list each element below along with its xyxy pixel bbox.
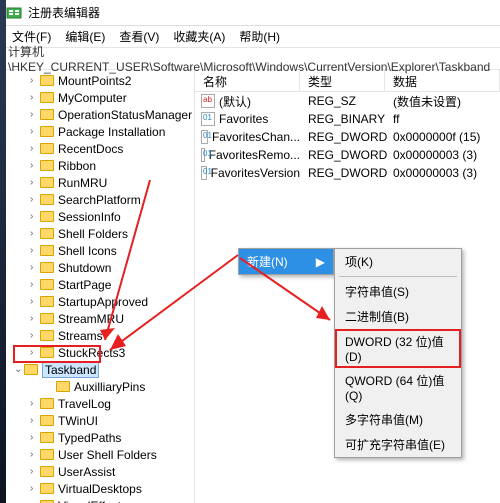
list-row[interactable]: FavoritesREG_BINARYff (195, 110, 500, 128)
tree-item[interactable]: ›RecentDocs (0, 140, 194, 157)
tree-item[interactable]: ⌄Taskband (0, 361, 194, 378)
folder-icon (56, 381, 70, 392)
folder-icon (40, 330, 54, 341)
list-row[interactable]: (默认)REG_SZ(数值未设置) (195, 92, 500, 110)
context-menu-new[interactable]: 新建(N) ▶ (238, 248, 334, 275)
folder-icon (40, 177, 54, 188)
tree-item[interactable]: ›User Shell Folders (0, 446, 194, 463)
string-icon (201, 94, 215, 108)
folder-icon (24, 364, 38, 375)
binary-icon (201, 130, 208, 144)
tree-item[interactable]: ›SessionInfo (0, 208, 194, 225)
folder-icon (40, 126, 54, 137)
folder-icon (40, 194, 54, 205)
folder-icon (40, 347, 54, 358)
tree-item[interactable]: ›StartPage (0, 276, 194, 293)
list-row[interactable]: FavoritesVersionREG_DWORD0x00000003 (3) (195, 164, 500, 182)
tree-item[interactable]: ›OperationStatusManager (0, 106, 194, 123)
tree-item[interactable]: ›Shell Icons (0, 242, 194, 259)
list-header: 名称 类型 数据 (195, 70, 500, 92)
path-bar[interactable]: 计算机\HKEY_CURRENT_USER\Software\Microsoft… (0, 48, 500, 70)
window-title: 注册表编辑器 (28, 4, 100, 21)
folder-icon (40, 279, 54, 290)
tree-item[interactable]: ›UserAssist (0, 463, 194, 480)
folder-icon (40, 160, 54, 171)
tree-item[interactable]: ›StuckRects3 (0, 344, 194, 361)
menu-item-expand[interactable]: 可扩充字符串值(E) (335, 432, 461, 457)
menu-item-string[interactable]: 字符串值(S) (335, 279, 461, 304)
folder-icon (40, 92, 54, 103)
menu-item-qword[interactable]: QWORD (64 位)值(Q) (335, 368, 461, 407)
tree-item[interactable]: ›VisualEffects (0, 497, 194, 503)
tree-view[interactable]: ›MountPoints2›MyComputer›OperationStatus… (0, 70, 195, 503)
tree-item[interactable]: ›Package Installation (0, 123, 194, 140)
folder-icon (40, 262, 54, 273)
binary-icon (201, 166, 207, 180)
tree-item[interactable]: ›TypedPaths (0, 429, 194, 446)
tree-item[interactable]: ›StreamMRU (0, 310, 194, 327)
titlebar: 注册表编辑器 (0, 0, 500, 26)
folder-icon (40, 296, 54, 307)
list-row[interactable]: FavoritesChan...REG_DWORD0x0000000f (15) (195, 128, 500, 146)
chevron-right-icon: ▶ (316, 255, 325, 269)
folder-icon (40, 415, 54, 426)
folder-icon (40, 211, 54, 222)
menu-item-dword[interactable]: DWORD (32 位)值(D) (335, 329, 461, 368)
binary-icon (201, 112, 215, 126)
folder-icon (40, 109, 54, 120)
tree-item[interactable]: ›SearchPlatform (0, 191, 194, 208)
tree-item[interactable]: ›VirtualDesktops (0, 480, 194, 497)
folder-icon (40, 449, 54, 460)
regedit-icon (6, 5, 22, 21)
menu-item-binary[interactable]: 二进制值(B) (335, 304, 461, 329)
folder-icon (40, 75, 54, 86)
tree-item[interactable]: ›Shutdown (0, 259, 194, 276)
tree-item[interactable]: ›TravelLog (0, 395, 194, 412)
tree-item[interactable]: ›Streams (0, 327, 194, 344)
tree-item[interactable]: ›Shell Folders (0, 225, 194, 242)
folder-icon (40, 143, 54, 154)
folder-icon (40, 398, 54, 409)
tree-item[interactable]: ›MountPoints2 (0, 72, 194, 89)
folder-icon (40, 483, 54, 494)
col-name[interactable]: 名称 (195, 70, 300, 91)
folder-icon (40, 466, 54, 477)
folder-icon (40, 245, 54, 256)
folder-icon (40, 228, 54, 239)
tree-item[interactable]: ›TWinUI (0, 412, 194, 429)
tree-item[interactable]: ›RunMRU (0, 174, 194, 191)
menu-item-key[interactable]: 项(K) (335, 249, 461, 274)
folder-icon (40, 313, 54, 324)
context-submenu-new[interactable]: 项(K) 字符串值(S) 二进制值(B) DWORD (32 位)值(D) QW… (334, 248, 462, 458)
list-row[interactable]: FavoritesRemo...REG_DWORD0x00000003 (3) (195, 146, 500, 164)
tree-item[interactable]: ›StartupApproved (0, 293, 194, 310)
tree-item[interactable]: ›MyComputer (0, 89, 194, 106)
menu-item-new[interactable]: 新建(N) ▶ (239, 249, 333, 274)
binary-icon (201, 148, 205, 162)
folder-icon (40, 432, 54, 443)
col-type[interactable]: 类型 (300, 70, 385, 91)
menu-item-multi[interactable]: 多字符串值(M) (335, 407, 461, 432)
tree-item[interactable]: AuxilliaryPins (0, 378, 194, 395)
menu-separator (339, 276, 457, 277)
tree-item[interactable]: ›Ribbon (0, 157, 194, 174)
col-data[interactable]: 数据 (385, 70, 500, 91)
